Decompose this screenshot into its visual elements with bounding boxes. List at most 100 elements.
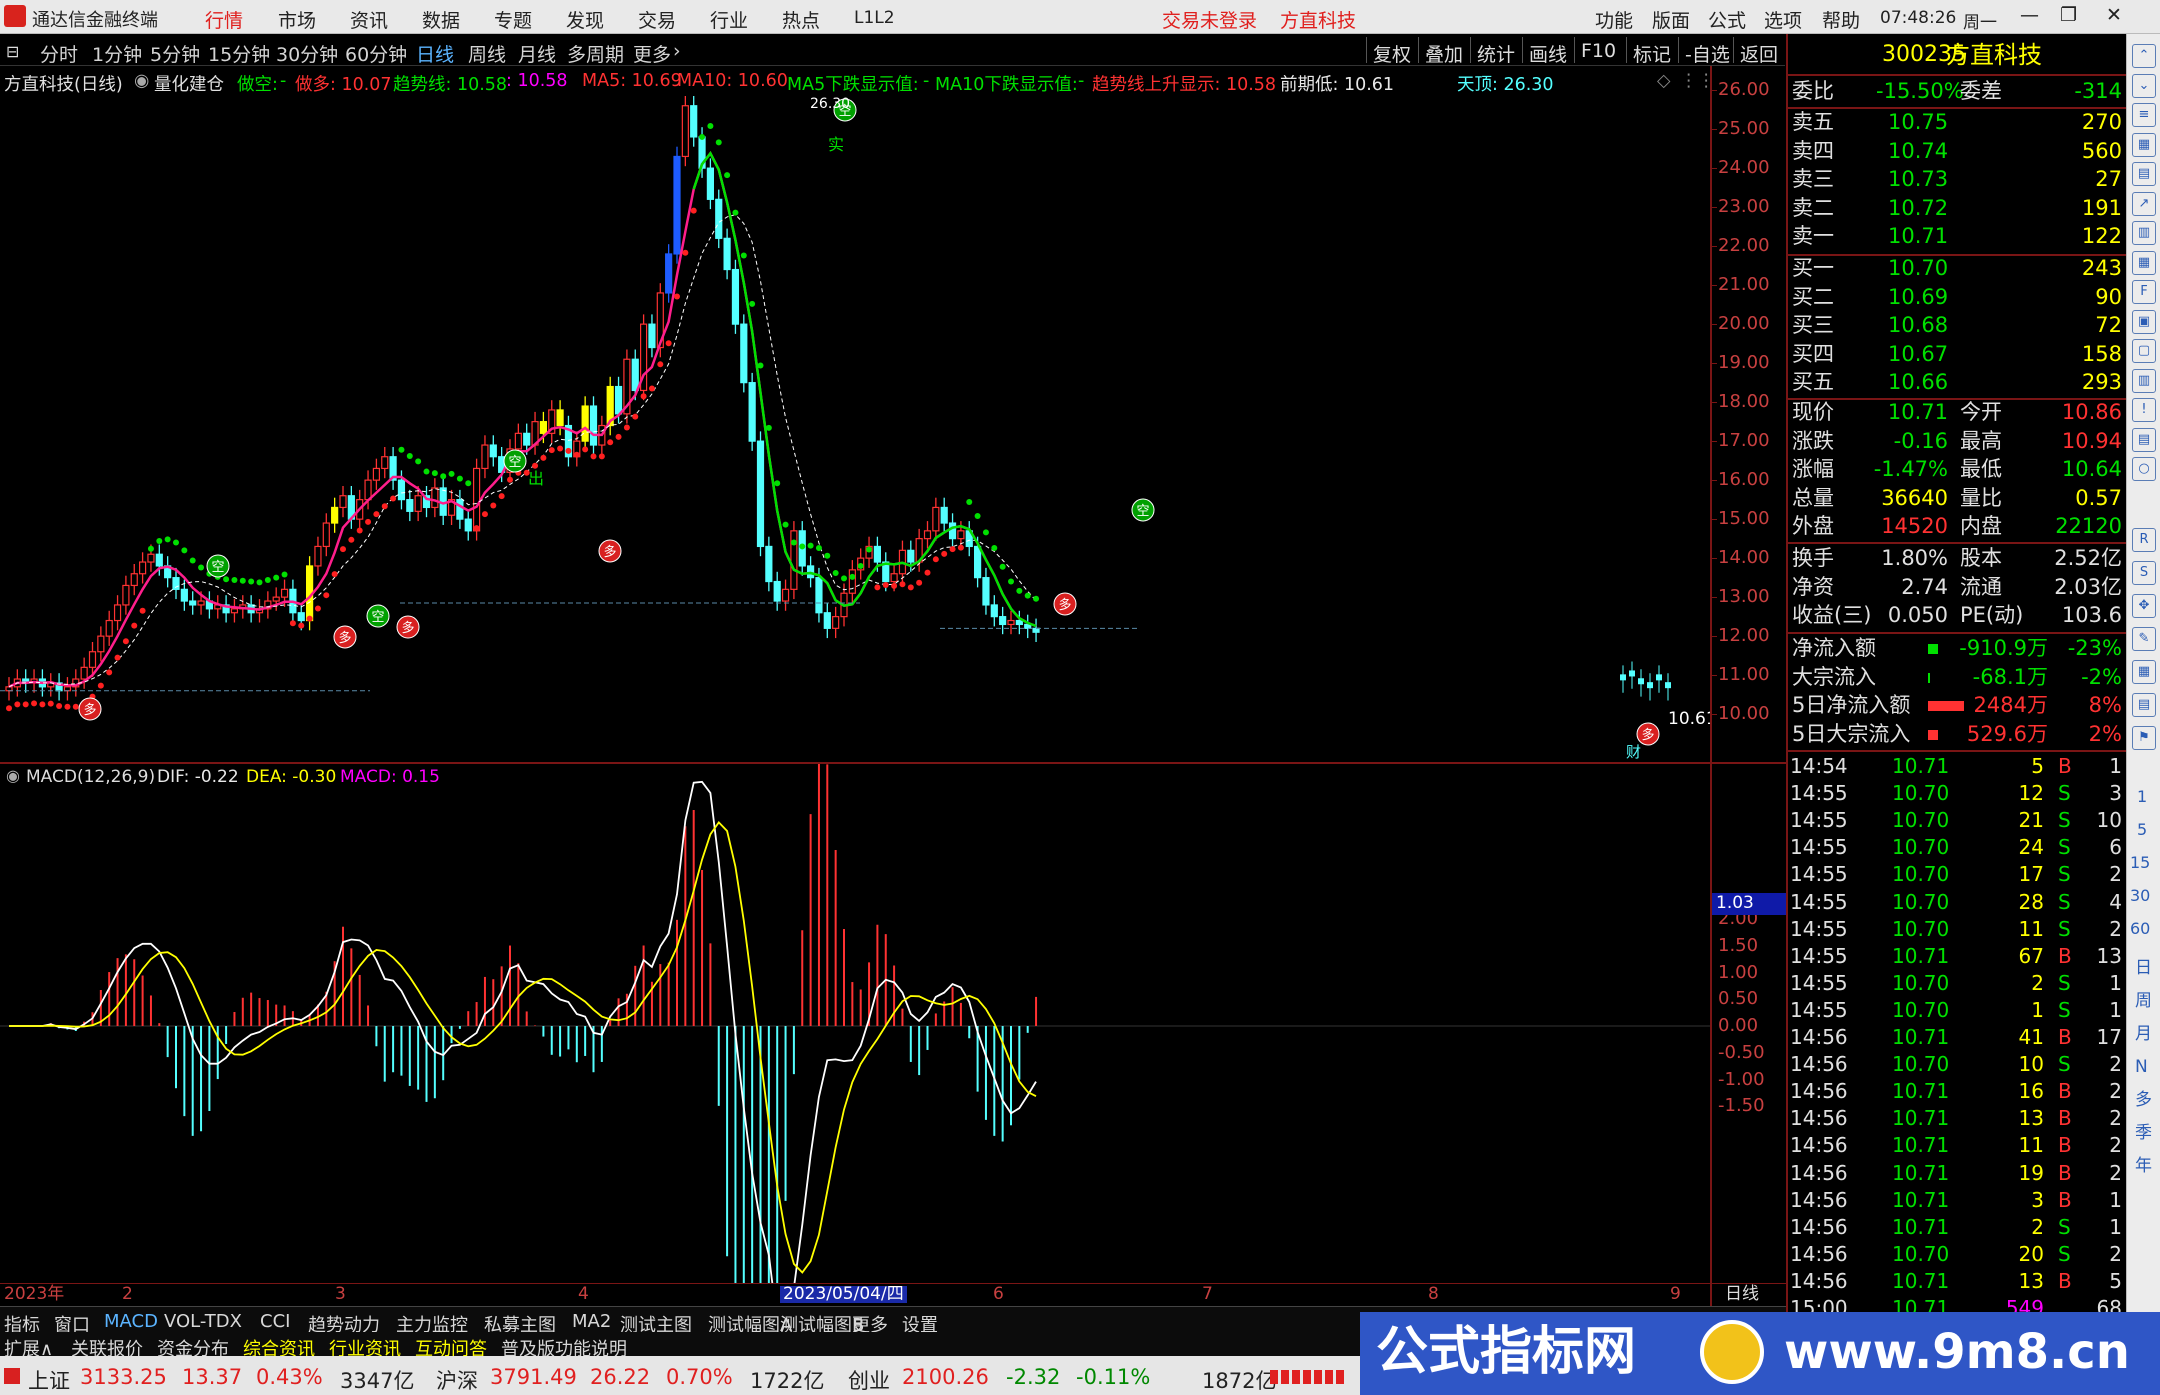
- duo-signal-badge[interactable]: 多: [1053, 592, 1077, 616]
- minimize-icon[interactable]: —: [2020, 4, 2039, 26]
- candle[interactable]: [55, 673, 63, 701]
- candle[interactable]: [322, 513, 330, 557]
- f10-button[interactable]: F10: [1574, 37, 1622, 63]
- trend-icon[interactable]: ↗: [2132, 191, 2156, 216]
- candle[interactable]: [1007, 610, 1015, 635]
- period-shortcut[interactable]: 日: [2135, 960, 2152, 977]
- fuquan-button[interactable]: 复权: [1366, 37, 1417, 66]
- candle[interactable]: [999, 606, 1007, 635]
- period-shortcut[interactable]: 季: [2135, 1125, 2152, 1142]
- candle[interactable]: [214, 595, 222, 619]
- candle[interactable]: [823, 602, 831, 639]
- candle[interactable]: [948, 513, 957, 549]
- candle[interactable]: [681, 95, 689, 167]
- candle[interactable]: [331, 497, 339, 533]
- candle[interactable]: [773, 571, 781, 611]
- candle[interactable]: [589, 396, 598, 455]
- period-1min[interactable]: 1分钟: [92, 40, 142, 67]
- indicator-tab[interactable]: MACD: [104, 1311, 158, 1332]
- diejia-button[interactable]: 叠加: [1418, 37, 1469, 66]
- candle[interactable]: [665, 244, 673, 303]
- period-shortcut[interactable]: N: [2135, 1059, 2148, 1076]
- candle[interactable]: [832, 606, 840, 639]
- period-shortcut-60[interactable]: 60: [2130, 921, 2150, 937]
- period-shortcut-1[interactable]: 1: [2137, 789, 2147, 805]
- collapse-icon[interactable]: ⊟: [6, 42, 19, 61]
- duo-signal-badge[interactable]: 多: [333, 625, 357, 649]
- candle[interactable]: [1620, 665, 1626, 693]
- candle[interactable]: [639, 314, 648, 401]
- candle[interactable]: [531, 411, 539, 455]
- candle[interactable]: [130, 563, 138, 596]
- period-fenshi[interactable]: 分时: [40, 40, 78, 67]
- candle[interactable]: [5, 677, 13, 701]
- tongji-button[interactable]: 统计: [1470, 37, 1521, 66]
- alert-icon[interactable]: !: [2132, 398, 2156, 422]
- candle[interactable]: [673, 146, 681, 264]
- menu-shuju[interactable]: 数据: [422, 6, 460, 33]
- candle[interactable]: [781, 579, 790, 611]
- candle[interactable]: [940, 497, 948, 533]
- candle[interactable]: [97, 626, 105, 662]
- candle[interactable]: [205, 591, 213, 619]
- indicator-tab[interactable]: MA2: [572, 1311, 611, 1332]
- candle[interactable]: [189, 591, 197, 615]
- period-shortcut[interactable]: 年: [2135, 1158, 2152, 1175]
- period-5min[interactable]: 5分钟: [150, 40, 200, 67]
- zixuan-button[interactable]: -自选: [1678, 37, 1736, 66]
- move-icon[interactable]: ✥: [2132, 594, 2156, 618]
- candle[interactable]: [339, 485, 347, 518]
- book-icon[interactable]: ▢: [2132, 339, 2156, 363]
- candle[interactable]: [1629, 661, 1635, 689]
- candle[interactable]: [230, 599, 239, 623]
- indicator-tab[interactable]: CCI: [260, 1311, 290, 1332]
- menu-jiaoyi[interactable]: 交易: [638, 6, 676, 33]
- candle[interactable]: [22, 669, 30, 693]
- hs-label[interactable]: 沪深: [436, 1365, 478, 1395]
- cy-label[interactable]: 创业: [848, 1365, 890, 1395]
- kong-signal-badge[interactable]: 空: [503, 449, 527, 473]
- page-icon[interactable]: ▥: [2132, 368, 2156, 393]
- candle[interactable]: [690, 95, 698, 147]
- candle[interactable]: [765, 536, 773, 592]
- macd-chart[interactable]: [0, 764, 1710, 1284]
- doc-icon[interactable]: ▣: [2132, 309, 2156, 334]
- grid-icon[interactable]: ▤: [2132, 162, 2156, 186]
- candle[interactable]: [105, 610, 113, 646]
- candle[interactable]: [1024, 614, 1032, 639]
- candle[interactable]: [372, 458, 380, 490]
- rsi-icon[interactable]: R: [2132, 528, 2156, 552]
- candle[interactable]: [422, 485, 431, 518]
- candle[interactable]: [548, 400, 556, 444]
- menu-bangzhu[interactable]: 帮助: [1822, 6, 1860, 33]
- menu-banmian[interactable]: 版面: [1652, 6, 1690, 33]
- menu-hangye[interactable]: 行业: [710, 6, 748, 33]
- period-shortcut[interactable]: 周: [2135, 993, 2152, 1010]
- table-icon[interactable]: ▦: [2132, 250, 2156, 275]
- duo-signal-badge[interactable]: 多: [1636, 722, 1660, 746]
- candle[interactable]: [47, 673, 55, 697]
- close-icon[interactable]: ✕: [2106, 4, 2122, 26]
- candle[interactable]: [113, 595, 122, 631]
- period-shortcut-15[interactable]: 15: [2130, 855, 2150, 871]
- login-status[interactable]: 交易未登录: [1162, 6, 1257, 33]
- candle[interactable]: [573, 431, 581, 467]
- duo-signal-badge[interactable]: 多: [78, 697, 102, 721]
- candle[interactable]: [648, 314, 656, 358]
- list-icon[interactable]: ≡: [2132, 103, 2156, 127]
- period-shortcut[interactable]: 月: [2135, 1026, 2152, 1043]
- candle[interactable]: [222, 595, 230, 623]
- candle[interactable]: [63, 677, 72, 701]
- candle[interactable]: [264, 591, 272, 619]
- stack-icon[interactable]: ▤: [2132, 427, 2156, 452]
- menu-faxian[interactable]: 发现: [566, 6, 604, 33]
- chevron-right-icon[interactable]: ›: [673, 40, 681, 62]
- period-weekly[interactable]: 周线: [468, 40, 506, 67]
- indicator-tab[interactable]: VOL-TDX: [164, 1311, 242, 1332]
- period-60min[interactable]: 60分钟: [345, 40, 407, 67]
- candle[interactable]: [1647, 673, 1653, 701]
- duo-signal-badge[interactable]: 多: [396, 615, 420, 639]
- strategy-icon[interactable]: ◉: [134, 71, 149, 91]
- edit-icon[interactable]: ✎: [2132, 627, 2156, 651]
- candle[interactable]: [932, 497, 940, 541]
